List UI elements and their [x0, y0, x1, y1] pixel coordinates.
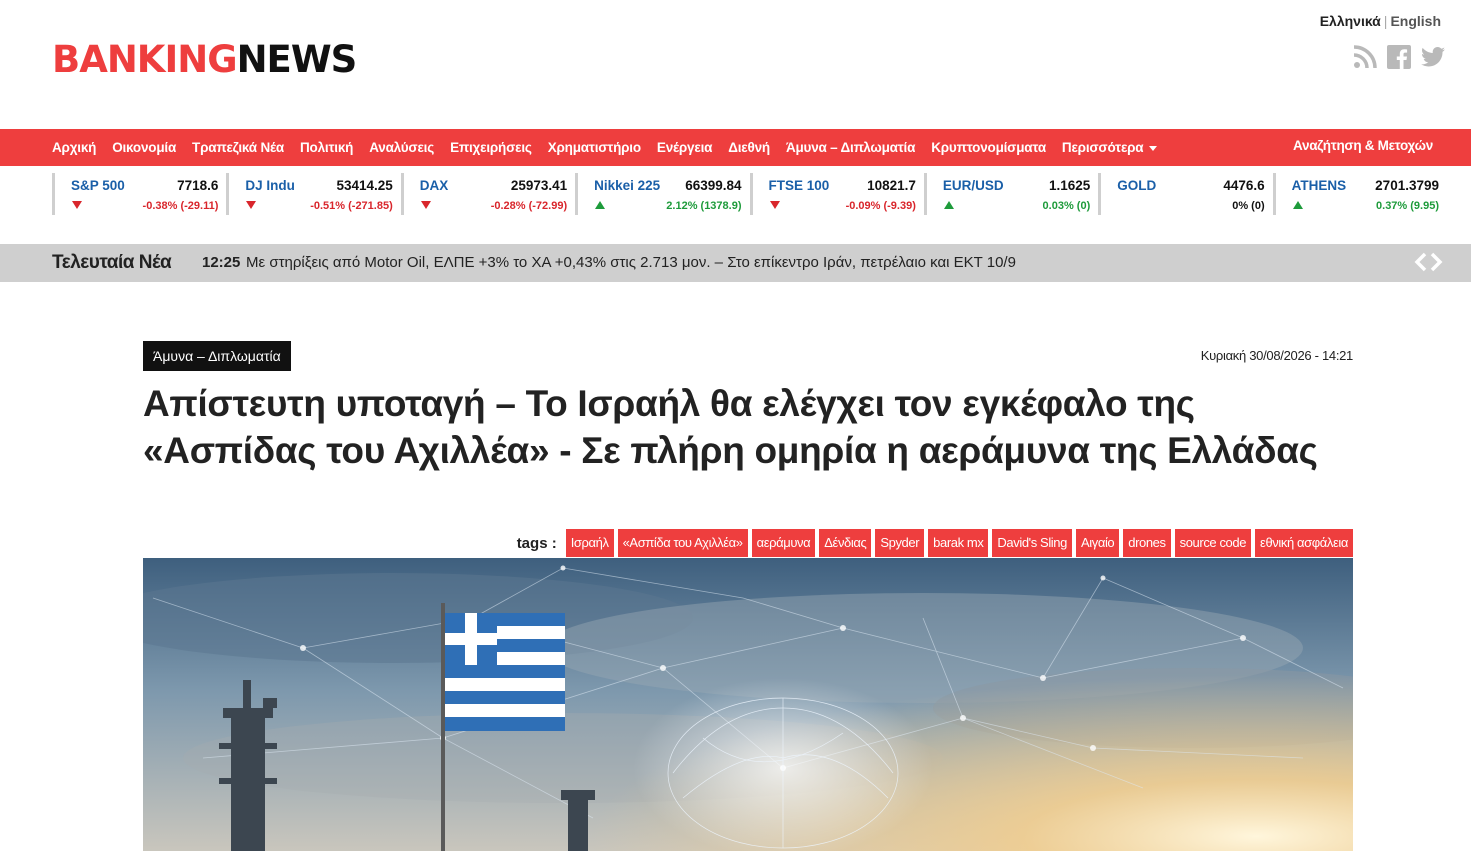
ticker-name: Nikkei 225 — [594, 178, 661, 193]
logo-banking: BANKING — [52, 38, 238, 81]
arrow-down-icon — [420, 201, 431, 209]
tag-link[interactable]: εθνική ασφάλεια — [1255, 529, 1353, 557]
ticker-value: 10821.7 — [867, 178, 916, 193]
tag-link[interactable]: David's Sling — [992, 529, 1072, 557]
tag-link[interactable]: Αιγαίο — [1075, 529, 1120, 557]
language-switcher: Ελληνικά | English — [1320, 13, 1441, 29]
tags-label: tags : — [516, 534, 557, 552]
ticker-name: EUR/USD — [942, 178, 1004, 193]
lang-greek-link[interactable]: Ελληνικά — [1320, 13, 1381, 29]
nav-item-banking[interactable]: Τραπεζικά Νέα — [192, 140, 284, 155]
ticker-value: 4476.6 — [1223, 178, 1265, 193]
article-date: Κυριακή 30/08/2026 - 14:21 — [1200, 348, 1354, 363]
nav-item-business[interactable]: Επιχειρήσεις — [450, 140, 532, 155]
chevron-left-icon[interactable] — [1414, 250, 1428, 279]
tag-link[interactable]: «Ασπίδα του Αχιλλέα» — [617, 529, 748, 557]
ticker-value: 7718.6 — [177, 178, 219, 193]
ticker-item[interactable]: DJ Indu 53414.25 -0.51% (-271.85) — [226, 173, 400, 215]
tag-link[interactable]: Δένδιας — [819, 529, 872, 557]
twitter-icon[interactable] — [1420, 44, 1445, 69]
ticker-change: 0.03% (0) — [1042, 200, 1091, 212]
article-category-badge[interactable]: Άμυνα – Διπλωματία — [143, 341, 291, 371]
facebook-icon[interactable] — [1386, 44, 1411, 69]
nav-item-home[interactable]: Αρχική — [52, 140, 96, 155]
ticker-name: GOLD — [1117, 178, 1157, 193]
ticker-value: 66399.84 — [685, 178, 742, 193]
nav-item-politics[interactable]: Πολιτική — [300, 140, 353, 155]
arrow-down-icon — [246, 201, 257, 209]
lang-separator: | — [1383, 13, 1388, 29]
site-logo[interactable]: BANKINGNEWS — [52, 38, 358, 81]
main-nav: Αρχική Οικονομία Τραπεζικά Νέα Πολιτική … — [0, 129, 1471, 166]
ticker-item[interactable]: GOLD 4476.6 0% (0) — [1098, 173, 1272, 215]
nav-item-defense[interactable]: Άμυνα – Διπλωματία — [786, 140, 915, 155]
ticker-change: 0% (0) — [1232, 200, 1265, 212]
ticker-name: FTSE 100 — [768, 178, 830, 193]
ticker-item[interactable]: Nikkei 225 66399.84 2.12% (1378.9) — [575, 173, 749, 215]
nav-item-international[interactable]: Διεθνή — [728, 140, 770, 155]
search-stocks-link[interactable]: Αναζήτηση & Μετοχών — [1293, 138, 1433, 153]
nav-item-analysis[interactable]: Αναλύσεις — [369, 140, 434, 155]
latest-news-time: 12:25 — [202, 254, 241, 271]
logo-news: NEWS — [236, 38, 358, 81]
nav-item-energy[interactable]: Ενέργεια — [657, 140, 713, 155]
ticker-name: ATHENS — [1291, 178, 1347, 193]
ticker-item[interactable]: ATHENS 2701.3799 0.37% (9.95) — [1272, 173, 1447, 215]
market-ticker: S&P 500 7718.6 -0.38% (-29.11) DJ Indu 5… — [52, 173, 1447, 217]
tag-link[interactable]: Ισραήλ — [565, 529, 614, 557]
ticker-change: -0.51% (-271.85) — [310, 200, 393, 212]
ticker-change: -0.28% (-72.99) — [490, 200, 568, 212]
ticker-change: -0.38% (-29.11) — [142, 200, 219, 212]
ticker-value: 53414.25 — [336, 178, 393, 193]
nav-item-economy[interactable]: Οικονομία — [112, 140, 176, 155]
latest-news-headline[interactable]: Με στηρίξεις από Motor Oil, ΕΛΠΕ +3% το … — [246, 254, 1016, 271]
nav-item-stock-market[interactable]: Χρηματιστήριο — [548, 140, 641, 155]
ticker-item[interactable]: DAX 25973.41 -0.28% (-72.99) — [400, 173, 575, 215]
arrow-down-icon — [72, 201, 82, 209]
ticker-change: 0.37% (9.95) — [1376, 200, 1439, 212]
article-title: Απίστευτη υποταγή – Το Ισραήλ θα ελέγχει… — [143, 383, 1318, 471]
ticker-item[interactable]: S&P 500 7718.6 -0.38% (-29.11) — [52, 173, 226, 215]
article-tags: tags : Ισραήλ «Ασπίδα του Αχιλλέα» αεράμ… — [517, 529, 1353, 557]
tag-link[interactable]: barak mx — [928, 529, 989, 557]
nav-item-more[interactable]: Περισσότερα — [1061, 140, 1158, 155]
arrow-up-icon — [943, 201, 954, 209]
tag-link[interactable]: αεράμυνα — [751, 529, 816, 557]
tag-link[interactable]: source code — [1174, 529, 1252, 557]
ticker-change: 2.12% (1378.9) — [666, 200, 742, 212]
ticker-change: -0.09% (-9.39) — [845, 200, 916, 212]
article-hero-image — [143, 558, 1353, 851]
latest-news-bar: Τελευταία Νέα 12:25 Με στηρίξεις από Mot… — [0, 244, 1471, 282]
ticker-name: DJ Indu — [245, 178, 295, 193]
chevron-right-icon[interactable] — [1429, 250, 1443, 279]
arrow-down-icon — [769, 201, 780, 209]
site-header: BANKINGNEWS Ελληνικά | English — [0, 0, 1471, 129]
ticker-name: S&P 500 — [71, 178, 125, 193]
ticker-name: DAX — [419, 178, 449, 193]
nav-item-crypto[interactable]: Κρυπτονομίσματα — [931, 140, 1046, 155]
ticker-value: 1.1625 — [1048, 178, 1091, 193]
latest-news-label: Τελευταία Νέα — [52, 252, 172, 273]
ticker-item[interactable]: EUR/USD 1.1625 0.03% (0) — [923, 173, 1098, 215]
ticker-value: 2701.3799 — [1375, 178, 1439, 193]
ticker-value: 25973.41 — [510, 178, 568, 193]
tag-link[interactable]: Spyder — [875, 529, 925, 557]
chevron-down-icon — [1149, 145, 1158, 151]
latest-news-controls — [1414, 250, 1443, 279]
arrow-up-icon — [1292, 201, 1303, 209]
ticker-item[interactable]: FTSE 100 10821.7 -0.09% (-9.39) — [749, 173, 924, 215]
lang-english-link[interactable]: English — [1390, 13, 1441, 29]
nav-more-label: Περισσότερα — [1061, 140, 1144, 155]
arrow-up-icon — [595, 201, 606, 209]
social-links — [1352, 44, 1445, 69]
rss-icon[interactable] — [1352, 44, 1377, 69]
tag-link[interactable]: drones — [1123, 529, 1171, 557]
